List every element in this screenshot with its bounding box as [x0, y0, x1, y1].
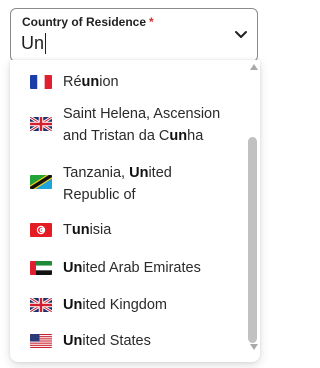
country-options-listbox[interactable]: Réunion Saint Helena, Ascension and Trist…	[10, 60, 260, 362]
option-label: Saint Helena, Ascension and Tristan da Cu…	[63, 106, 221, 144]
country-search-input[interactable]	[21, 30, 221, 56]
option-label: Tunisia	[63, 222, 112, 238]
tanzania-flag-icon	[30, 175, 52, 189]
scrollbar-thumb[interactable]	[248, 137, 257, 343]
uk-flag-icon	[30, 117, 52, 131]
option-label: United States	[63, 333, 151, 349]
text-cursor	[45, 33, 46, 54]
dropdown-toggle-button[interactable]	[231, 25, 251, 45]
option-reunion[interactable]: Réunion	[10, 66, 246, 98]
uae-flag-icon	[30, 261, 52, 275]
us-flag-icon	[30, 334, 52, 348]
required-indicator: *	[149, 15, 154, 29]
option-tunisia[interactable]: Tunisia	[10, 216, 246, 248]
uk-flag-icon	[30, 298, 52, 312]
option-label: Réunion	[63, 74, 119, 90]
scroll-down-arrow-icon[interactable]	[250, 344, 258, 350]
option-united-arab-emirates[interactable]: United Arab Emirates	[10, 254, 246, 286]
country-of-residence-field[interactable]: Country of Residence *	[10, 8, 258, 62]
option-united-kingdom[interactable]: United Kingdom	[10, 291, 246, 323]
option-label: Tanzania, United Republic of	[63, 165, 172, 203]
chevron-down-icon	[235, 31, 247, 38]
field-label: Country of Residence *	[22, 15, 154, 29]
france-flag-icon	[30, 75, 52, 89]
option-label: United Kingdom	[63, 297, 167, 313]
option-label: United Arab Emirates	[63, 260, 201, 276]
option-tanzania[interactable]: Tanzania, United Republic of	[10, 158, 246, 208]
listbox-scrollbar[interactable]	[246, 60, 260, 362]
option-united-states[interactable]: United States	[10, 329, 246, 361]
tunisia-flag-icon	[30, 223, 52, 237]
option-saint-helena[interactable]: Saint Helena, Ascension and Tristan da Cu…	[10, 100, 246, 150]
scroll-up-arrow-icon[interactable]	[250, 64, 258, 70]
field-label-text: Country of Residence	[22, 15, 147, 29]
